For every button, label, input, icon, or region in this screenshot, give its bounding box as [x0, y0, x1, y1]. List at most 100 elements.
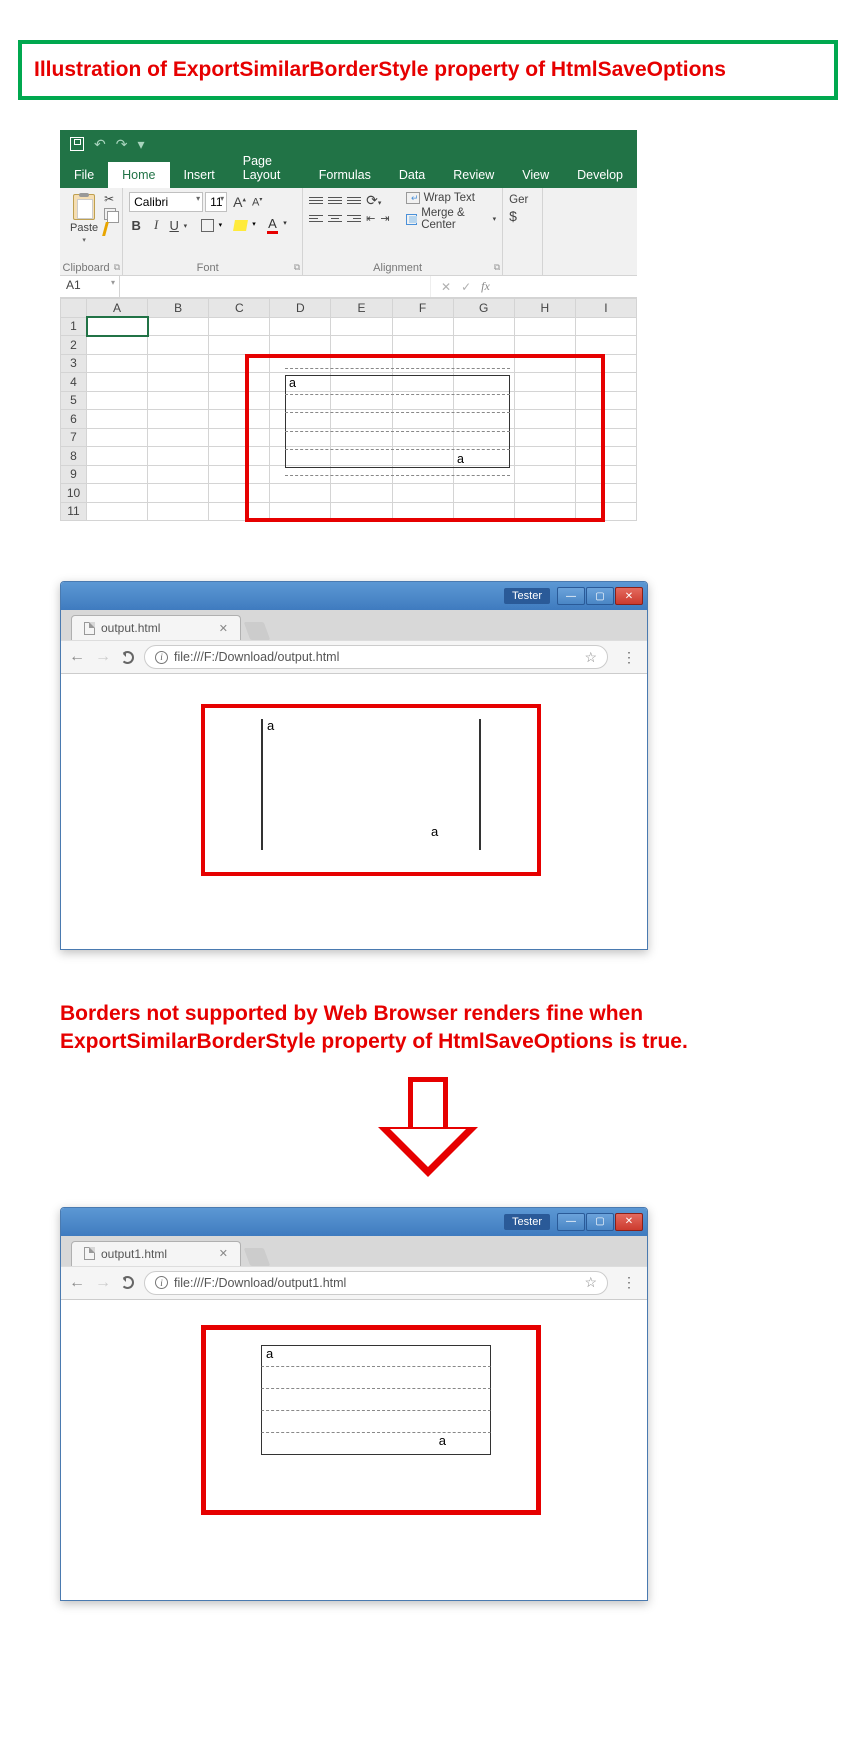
row-header[interactable]: 4 — [61, 373, 87, 392]
number-format-select[interactable]: Ger — [509, 192, 536, 208]
tab-view[interactable]: View — [508, 162, 563, 188]
redo-icon[interactable]: ↷ — [116, 136, 128, 153]
enter-icon[interactable]: ✓ — [461, 280, 471, 294]
dialog-launcher-icon[interactable]: ⧉ — [294, 262, 300, 273]
user-badge[interactable]: Tester — [504, 588, 550, 604]
cancel-icon[interactable]: ✕ — [441, 280, 451, 294]
col-header[interactable]: G — [453, 299, 514, 318]
increase-font-icon[interactable]: A▴ — [233, 194, 246, 210]
row-header[interactable]: 2 — [61, 336, 87, 355]
align-center-icon[interactable] — [328, 215, 342, 223]
col-header[interactable]: I — [575, 299, 636, 318]
cut-icon[interactable]: ✂ — [104, 192, 116, 206]
minimize-button[interactable]: — — [557, 587, 585, 605]
user-badge[interactable]: Tester — [504, 1214, 550, 1230]
close-tab-icon[interactable]: ✕ — [219, 1247, 228, 1260]
italic-button[interactable]: I — [149, 217, 163, 233]
align-middle-icon[interactable] — [328, 197, 342, 205]
new-tab-button[interactable] — [244, 622, 271, 640]
col-header[interactable]: D — [270, 299, 331, 318]
bookmark-icon[interactable]: ☆ — [584, 1274, 597, 1291]
qat-customize-icon[interactable]: ▾ — [137, 136, 144, 153]
increase-indent-icon[interactable]: ⇥ — [380, 212, 389, 225]
ribbon: Paste ▾ ✂ Clipboard ⧉ Calibri 11 A▴ A▾ B… — [60, 188, 637, 276]
address-bar[interactable]: i file:///F:/Download/output.html ☆ — [144, 645, 608, 669]
row-header[interactable]: 6 — [61, 410, 87, 429]
row-header[interactable]: 11 — [61, 502, 87, 521]
forward-button[interactable]: → — [95, 648, 111, 666]
tab-developer[interactable]: Develop — [563, 162, 637, 188]
reload-icon[interactable] — [121, 651, 134, 664]
cell-value: a — [266, 1346, 273, 1361]
decrease-font-icon[interactable]: A▾ — [252, 196, 262, 209]
borders-button[interactable] — [201, 219, 214, 232]
col-header[interactable]: C — [209, 299, 270, 318]
spreadsheet-grid[interactable]: A B C D E F G H I 1 2 3 4 5 6 7 8 9 10 1… — [60, 298, 637, 521]
font-name-select[interactable]: Calibri — [129, 192, 203, 212]
row-header[interactable]: 7 — [61, 428, 87, 447]
copy-icon[interactable] — [104, 208, 116, 220]
site-info-icon[interactable]: i — [155, 1276, 168, 1289]
decrease-indent-icon[interactable]: ⇤ — [366, 212, 375, 225]
fill-color-button[interactable] — [233, 220, 248, 231]
cell-a1[interactable] — [87, 317, 148, 336]
close-tab-icon[interactable]: ✕ — [219, 622, 228, 635]
tab-home[interactable]: Home — [108, 162, 169, 188]
currency-button[interactable]: $ — [509, 208, 536, 224]
row-header[interactable]: 10 — [61, 484, 87, 503]
row-header[interactable]: 1 — [61, 317, 87, 336]
tab-data[interactable]: Data — [385, 162, 439, 188]
fx-label[interactable]: fx — [481, 279, 490, 294]
minimize-button[interactable]: — — [557, 1213, 585, 1231]
save-icon[interactable] — [70, 137, 84, 151]
browser-tab[interactable]: output.html ✕ — [71, 615, 241, 640]
align-right-icon[interactable] — [347, 215, 361, 223]
font-size-select[interactable]: 11 — [205, 192, 227, 212]
maximize-button[interactable]: ▢ — [586, 1213, 614, 1231]
font-color-button[interactable]: A — [267, 216, 278, 234]
bold-button[interactable]: B — [129, 218, 143, 233]
col-header[interactable]: E — [331, 299, 392, 318]
tab-page-layout[interactable]: Page Layout — [229, 148, 305, 188]
row-header[interactable]: 8 — [61, 447, 87, 466]
row-header[interactable]: 3 — [61, 354, 87, 373]
format-painter-icon[interactable] — [102, 222, 116, 236]
reload-icon[interactable] — [121, 1276, 134, 1289]
new-tab-button[interactable] — [244, 1248, 271, 1266]
bookmark-icon[interactable]: ☆ — [584, 649, 597, 666]
align-left-icon[interactable] — [309, 215, 323, 223]
dialog-launcher-icon[interactable]: ⧉ — [494, 262, 500, 273]
align-bottom-icon[interactable] — [347, 197, 361, 205]
col-header[interactable]: F — [392, 299, 453, 318]
tab-formulas[interactable]: Formulas — [305, 162, 385, 188]
row-header[interactable]: 9 — [61, 465, 87, 484]
maximize-button[interactable]: ▢ — [586, 587, 614, 605]
wrap-text-button[interactable]: Wrap Text — [406, 192, 497, 204]
tab-file[interactable]: File — [60, 162, 108, 188]
site-info-icon[interactable]: i — [155, 651, 168, 664]
address-bar[interactable]: i file:///F:/Download/output1.html ☆ — [144, 1271, 608, 1295]
close-button[interactable]: ✕ — [615, 587, 643, 605]
align-top-icon[interactable] — [309, 197, 323, 205]
row-header[interactable]: 5 — [61, 391, 87, 410]
col-header[interactable]: A — [87, 299, 148, 318]
paste-button[interactable]: Paste ▾ — [66, 192, 102, 246]
back-button[interactable]: ← — [69, 1274, 85, 1292]
col-header[interactable]: B — [148, 299, 209, 318]
orientation-icon[interactable]: ⟳▾ — [366, 192, 381, 209]
forward-button[interactable]: → — [95, 1274, 111, 1292]
close-button[interactable]: ✕ — [615, 1213, 643, 1231]
merge-center-button[interactable]: Merge & Center▾ — [406, 207, 497, 231]
undo-icon[interactable]: ↶ — [94, 136, 106, 153]
name-box[interactable]: A1 — [60, 276, 120, 297]
menu-button[interactable]: ⋮ — [618, 1274, 639, 1291]
tab-insert[interactable]: Insert — [170, 162, 229, 188]
browser-tab[interactable]: output1.html ✕ — [71, 1241, 241, 1266]
dialog-launcher-icon[interactable]: ⧉ — [114, 262, 120, 273]
back-button[interactable]: ← — [69, 648, 85, 666]
menu-button[interactable]: ⋮ — [618, 649, 639, 666]
tab-review[interactable]: Review — [439, 162, 508, 188]
col-header[interactable]: H — [514, 299, 575, 318]
select-all-corner[interactable] — [61, 299, 87, 318]
underline-button[interactable]: U — [169, 218, 183, 233]
